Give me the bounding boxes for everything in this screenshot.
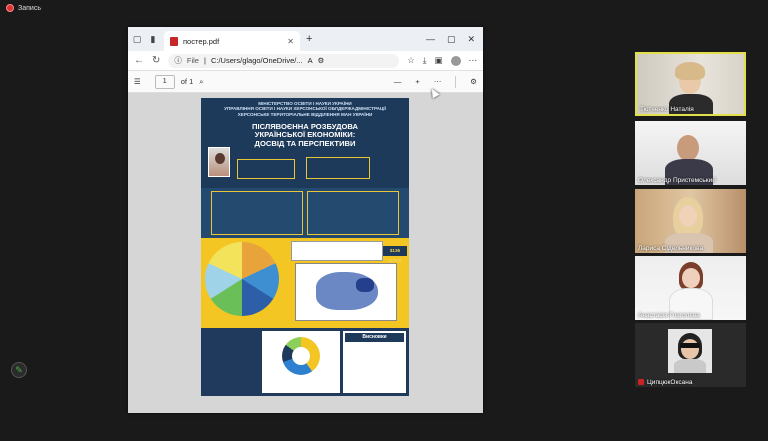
poster-body-text bbox=[204, 331, 259, 393]
screenshot-icon[interactable]: ▣ bbox=[434, 55, 442, 66]
poster-title: ПІСЛЯВОЄННА РОЗБУДОВА УКРАЇНСЬКОЇ ЕКОНОМ… bbox=[252, 122, 358, 148]
extensions-icon[interactable]: ⚙ bbox=[318, 56, 325, 65]
tab-poster-pdf[interactable]: постер.pdf ✕ bbox=[164, 31, 300, 51]
close-tab-icon[interactable]: ✕ bbox=[287, 37, 294, 46]
participant-video bbox=[635, 121, 746, 185]
annotate-pen-button[interactable]: ✎ bbox=[11, 362, 27, 378]
conclusions-panel: Висновки bbox=[343, 331, 406, 393]
close-window-icon[interactable]: ✕ bbox=[467, 34, 475, 45]
recording-label: Запись bbox=[18, 4, 41, 12]
zoom-out-icon[interactable]: — bbox=[394, 77, 402, 86]
shared-browser-window: ▢ ▮ постер.pdf ✕ + — ▢ ✕ ← ↻ ⓘ File | C:… bbox=[128, 27, 483, 413]
profile-icon[interactable] bbox=[450, 55, 461, 66]
author-info-box bbox=[237, 159, 295, 179]
address-bar: ← ↻ ⓘ File | C:/Users/glago/OneDrive/...… bbox=[128, 51, 483, 71]
participant-video bbox=[637, 54, 744, 114]
poster-ministry: МІНІСТЕРСТВО ОСВІТИ І НАУКИ УКРАЇНИ УПРА… bbox=[224, 101, 386, 117]
refresh-icon[interactable]: ↻ bbox=[152, 55, 160, 66]
damage-note-box bbox=[291, 241, 383, 261]
research-goals-box bbox=[211, 191, 303, 235]
participant-name: Тютченко Наталія bbox=[640, 106, 694, 113]
new-tab-button[interactable]: + bbox=[306, 33, 312, 45]
tab-bar: ▢ ▮ постер.pdf ✕ + — ▢ ✕ bbox=[128, 27, 483, 51]
favorites-icon[interactable]: ☆ bbox=[407, 55, 415, 66]
more-menu-icon[interactable]: ⋯ bbox=[469, 55, 478, 66]
minimize-icon[interactable]: — bbox=[426, 34, 435, 45]
poster-charts-section: $136 МЛРД bbox=[201, 238, 409, 328]
contents-icon[interactable]: ☰ bbox=[134, 77, 141, 86]
author-photo bbox=[208, 147, 230, 177]
poster-page: МІНІСТЕРСТВО ОСВІТИ І НАУКИ УКРАЇНИ УПРА… bbox=[201, 98, 409, 396]
maximize-icon[interactable]: ▢ bbox=[447, 34, 456, 45]
back-icon[interactable]: ← bbox=[134, 55, 144, 66]
read-aloud-icon[interactable]: A bbox=[308, 56, 313, 65]
advisor-info-box bbox=[306, 157, 370, 179]
participant-name: Олександр Пристемський bbox=[638, 177, 716, 184]
conclusions-text bbox=[343, 344, 406, 348]
pen-icon: ✎ bbox=[15, 365, 23, 375]
donut-chart-graphic bbox=[282, 337, 320, 375]
more-options-icon[interactable]: ⋯ bbox=[434, 77, 442, 86]
poster-intro-section bbox=[201, 188, 409, 238]
ukraine-map-graphic bbox=[295, 263, 397, 321]
page-number-input[interactable]: 1 bbox=[154, 74, 175, 89]
participant-name: ЦипцюкОксана bbox=[647, 379, 693, 386]
search-icon[interactable]: ⌕ bbox=[199, 77, 203, 87]
url-path: C:/Users/glago/OneDrive/... bbox=[210, 56, 303, 65]
url-scheme: File bbox=[186, 56, 199, 65]
pdf-viewer[interactable]: МІНІСТЕРСТВО ОСВІТИ І НАУКИ УКРАЇНИ УПРА… bbox=[128, 93, 483, 413]
camera-off-icon bbox=[638, 379, 644, 385]
toolbar-separator bbox=[455, 75, 457, 88]
pie-chart-graphic bbox=[205, 242, 279, 316]
zoom-in-icon[interactable]: + bbox=[415, 77, 419, 86]
settings-icon[interactable]: ⚙ bbox=[470, 77, 477, 86]
participant-tile[interactable]: Олександр Пристемський bbox=[635, 121, 746, 185]
damage-amount: $136 МЛРД bbox=[383, 246, 407, 263]
record-icon bbox=[6, 4, 14, 12]
workspaces-icon[interactable]: ▢ bbox=[132, 34, 142, 44]
poster-bottom-section: Висновки bbox=[201, 328, 409, 396]
tab-title: постер.pdf bbox=[183, 36, 220, 46]
participant-name: Лариса Сідельникова bbox=[638, 245, 704, 252]
poster-header: МІНІСТЕРСТВО ОСВІТИ І НАУКИ УКРАЇНИ УПРА… bbox=[201, 98, 409, 188]
donut-chart-panel bbox=[262, 331, 340, 393]
participant-video bbox=[635, 189, 746, 253]
participant-tile[interactable]: Анастасія Глаголєва bbox=[635, 256, 746, 320]
url-divider: | bbox=[203, 56, 206, 65]
participant-tile[interactable]: Тютченко Наталія bbox=[635, 52, 746, 116]
research-tasks-box bbox=[307, 191, 399, 235]
participant-name: Анастасія Глаголєва bbox=[638, 312, 700, 319]
window-controls: — ▢ ✕ bbox=[426, 34, 479, 45]
participant-tile[interactable]: Лариса Сідельникова bbox=[635, 189, 746, 253]
participant-video bbox=[635, 256, 746, 320]
conclusions-title: Висновки bbox=[345, 333, 404, 342]
recording-indicator: Запись bbox=[6, 4, 41, 12]
info-icon: ⓘ bbox=[174, 56, 182, 65]
url-field[interactable]: ⓘ File | C:/Users/glago/OneDrive/... A ⚙ bbox=[168, 53, 400, 68]
page-count: of 1 bbox=[180, 77, 194, 86]
map-shape bbox=[316, 272, 378, 310]
vertical-tabs-icon[interactable]: ▮ bbox=[148, 34, 158, 44]
download-icon[interactable]: ⤓ bbox=[423, 55, 427, 66]
participant-tile[interactable]: ЦипцюкОксана bbox=[635, 323, 746, 387]
participant-avatar bbox=[668, 329, 712, 373]
pdf-toolbar-right: — + ⋯ ⚙ bbox=[394, 75, 477, 88]
pdf-file-icon bbox=[170, 36, 178, 46]
